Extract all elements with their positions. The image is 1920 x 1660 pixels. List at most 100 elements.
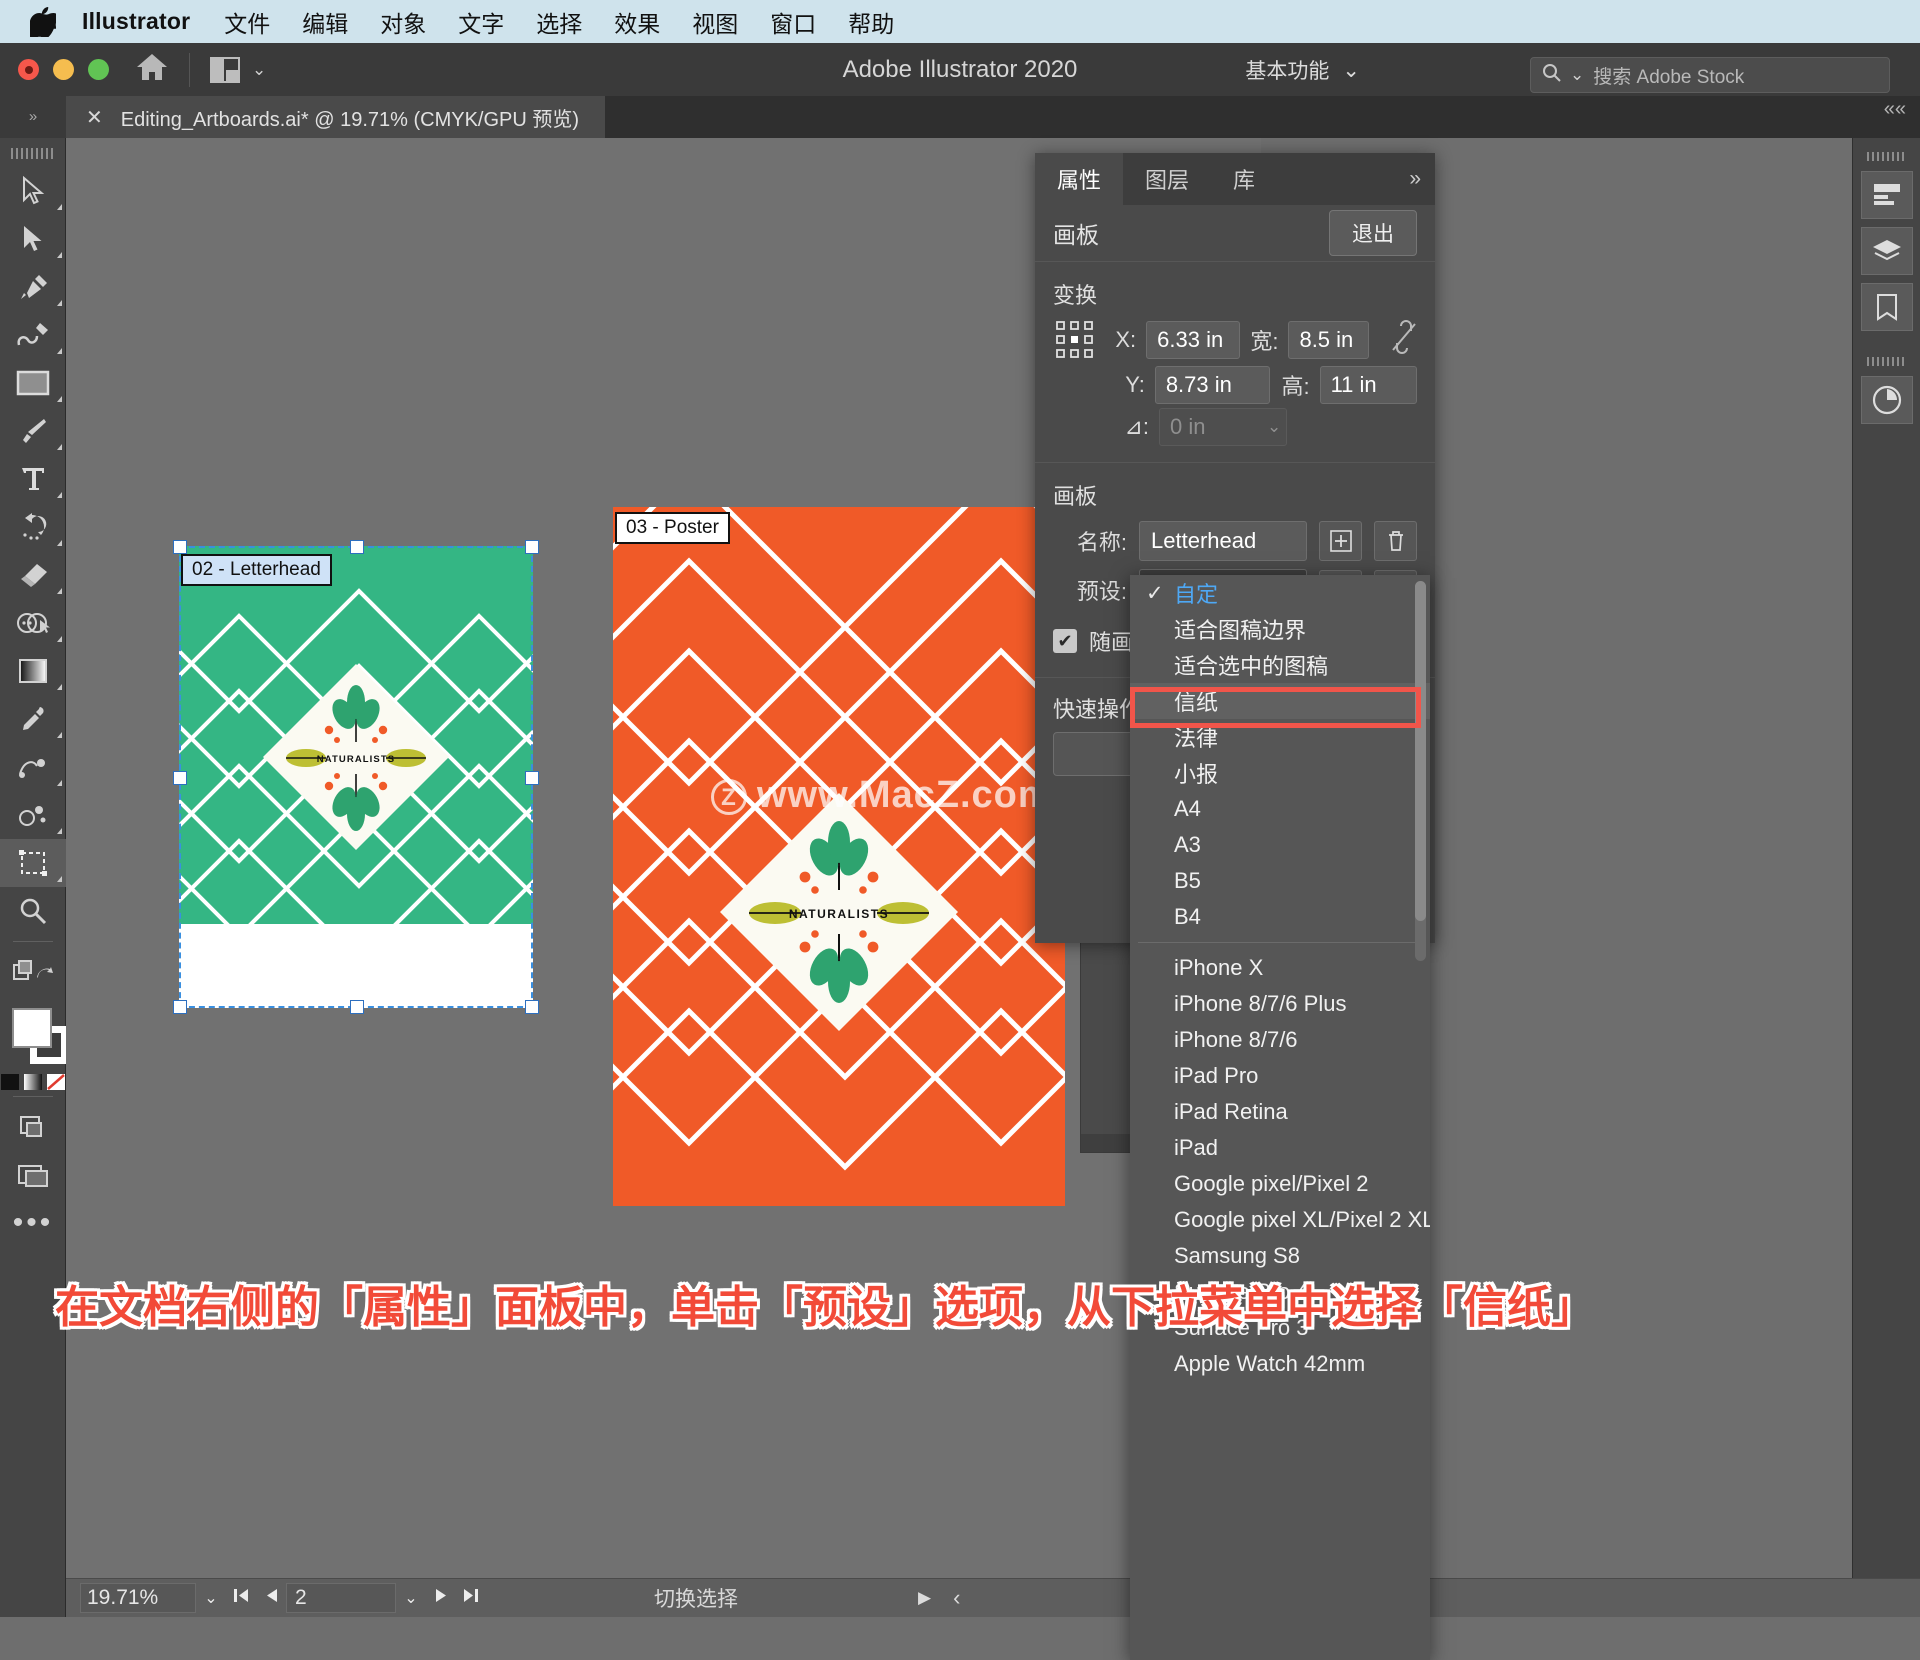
eyedropper-tool[interactable]	[0, 695, 66, 743]
dropdown-item-a3[interactable]: A3	[1130, 827, 1430, 863]
zoom-chevron-down-icon[interactable]: ⌄	[196, 1588, 226, 1608]
height-field[interactable]: 11 in	[1320, 366, 1417, 404]
collapse-panels-icon[interactable]: ««	[1884, 98, 1906, 121]
zoom-tool[interactable]	[0, 887, 66, 935]
resize-handle-bl[interactable]	[173, 1000, 187, 1014]
menu-item-window[interactable]: 窗口	[770, 5, 816, 39]
gradient-swatch-icon[interactable]	[24, 1074, 42, 1090]
trash-icon[interactable]	[1374, 521, 1417, 561]
artboard-label-poster[interactable]: 03 - Poster	[615, 512, 730, 544]
artboard-name-input[interactable]: Letterhead	[1139, 521, 1307, 561]
eraser-tool[interactable]	[0, 551, 66, 599]
shape-builder-tool[interactable]	[0, 599, 66, 647]
dropdown-item-iphone-plus[interactable]: iPhone 8/7/6 Plus	[1130, 986, 1430, 1022]
resize-handle-mr[interactable]	[525, 771, 539, 785]
menu-item-object[interactable]: 对象	[380, 5, 426, 39]
dropdown-item-b4[interactable]: B4	[1130, 899, 1430, 935]
fill-swatch[interactable]	[12, 1008, 52, 1048]
resize-handle-tr[interactable]	[525, 540, 539, 554]
resize-handle-bc[interactable]	[350, 1000, 364, 1014]
dropdown-item-ipad[interactable]: iPad	[1130, 1130, 1430, 1166]
drawing-mode-icon[interactable]	[0, 1103, 66, 1151]
width-field[interactable]: 8.5 in	[1288, 321, 1369, 359]
zoom-level-input[interactable]: 19.71%	[80, 1583, 196, 1613]
menu-item-file[interactable]: 文件	[224, 5, 270, 39]
properties-dock-icon[interactable]	[1861, 171, 1913, 219]
window-controls[interactable]	[18, 59, 109, 80]
stock-search-input[interactable]: ⌄ 搜索 Adobe Stock	[1530, 57, 1890, 93]
dropdown-item-fit-artwork[interactable]: 适合图稿边界	[1130, 611, 1430, 647]
tab-properties[interactable]: 属性	[1035, 153, 1123, 205]
pen-tool[interactable]	[0, 263, 66, 311]
y-field[interactable]: 8.73 in	[1155, 366, 1270, 404]
artboard-selection-box[interactable]	[179, 546, 533, 1008]
resize-handle-tc[interactable]	[350, 540, 364, 554]
none-swatch-icon[interactable]	[47, 1074, 65, 1090]
panel-overflow-icon[interactable]: »	[1409, 167, 1421, 191]
home-icon[interactable]	[135, 52, 169, 87]
color-swatch-icon[interactable]	[1, 1074, 19, 1090]
toolbar-drag-handle[interactable]	[11, 148, 55, 159]
fill-stroke-swatches[interactable]	[0, 1002, 66, 1068]
dropdown-item-custom[interactable]: ✓ 自定	[1130, 575, 1430, 611]
dropdown-item-ipad-pro[interactable]: iPad Pro	[1130, 1058, 1430, 1094]
resize-handle-tl[interactable]	[173, 540, 187, 554]
more-tools-icon[interactable]: •••	[0, 1199, 66, 1247]
back-icon[interactable]: ‹	[953, 1585, 960, 1611]
add-artboard-icon[interactable]	[1319, 521, 1362, 561]
dropdown-item-pixel-xl[interactable]: Google pixel XL/Pixel 2 XL	[1130, 1202, 1430, 1238]
preset-dropdown-menu[interactable]: ✓ 自定 适合图稿边界 适合选中的图稿 信纸 法律 小报 A4 A3 B5 B4…	[1130, 575, 1430, 1660]
resize-handle-br[interactable]	[525, 1000, 539, 1014]
next-artboard-icon[interactable]	[426, 1587, 456, 1609]
layers-dock-icon[interactable]	[1861, 227, 1913, 275]
menu-item-view[interactable]: 视图	[692, 5, 738, 39]
close-icon[interactable]: ✕	[86, 105, 103, 130]
move-artwork-checkbox[interactable]: ✔	[1053, 629, 1077, 653]
prev-artboard-icon[interactable]	[256, 1587, 286, 1609]
dropdown-item-b5[interactable]: B5	[1130, 863, 1430, 899]
color-mode-row[interactable]	[0, 1074, 65, 1090]
document-tab[interactable]: ✕ Editing_Artboards.ai* @ 19.71% (CMYK/G…	[66, 96, 605, 138]
artboard-number-input[interactable]: 2	[286, 1583, 396, 1613]
dropdown-item-iphone-876[interactable]: iPhone 8/7/6	[1130, 1022, 1430, 1058]
menu-app-name[interactable]: Illustrator	[82, 8, 190, 35]
screen-mode-icon[interactable]	[0, 1151, 66, 1199]
dropdown-item-a4[interactable]: A4	[1130, 791, 1430, 827]
dropdown-item-samsung-s8[interactable]: Samsung S8	[1130, 1238, 1430, 1274]
curvature-tool[interactable]	[0, 311, 66, 359]
last-artboard-icon[interactable]	[456, 1587, 486, 1609]
rectangle-tool[interactable]	[0, 359, 66, 407]
menu-item-type[interactable]: 文字	[458, 5, 504, 39]
reference-point-icon[interactable]	[1053, 318, 1097, 362]
resize-handle-ml[interactable]	[173, 771, 187, 785]
search-dropdown-icon[interactable]: ⌄	[1570, 65, 1584, 85]
dropdown-item-letter[interactable]: 信纸	[1130, 683, 1430, 719]
angle-chevron-down-icon[interactable]: ⌄	[1267, 417, 1281, 437]
dropdown-item-tabloid[interactable]: 小报	[1130, 755, 1430, 791]
link-broken-icon[interactable]	[1391, 320, 1417, 361]
libraries-dock-icon[interactable]	[1861, 283, 1913, 331]
selection-tool[interactable]	[0, 167, 66, 215]
tab-libraries[interactable]: 库	[1211, 153, 1277, 205]
first-artboard-icon[interactable]	[226, 1587, 256, 1609]
exit-button[interactable]: 退出	[1329, 210, 1417, 256]
arrange-documents-icon[interactable]: ⌄	[210, 57, 266, 83]
workspace-switcher[interactable]: 基本功能 ⌄	[1245, 55, 1360, 85]
tab-layers[interactable]: 图层	[1123, 153, 1211, 205]
menu-item-effect[interactable]: 效果	[614, 5, 660, 39]
dock-drag-handle[interactable]	[1867, 152, 1907, 161]
dropdown-scrollbar[interactable]	[1415, 581, 1426, 961]
menu-item-select[interactable]: 选择	[536, 5, 582, 39]
artboard-tool[interactable]	[0, 839, 66, 887]
minimize-window-button[interactable]	[53, 59, 74, 80]
paintbrush-tool[interactable]	[0, 407, 66, 455]
dropdown-item-ipad-retina[interactable]: iPad Retina	[1130, 1094, 1430, 1130]
dropdown-item-apple-watch[interactable]: Apple Watch 42mm	[1130, 1346, 1430, 1382]
arrange-shapes-icon[interactable]	[0, 948, 66, 996]
menu-item-help[interactable]: 帮助	[848, 5, 894, 39]
rotate-tool[interactable]	[0, 503, 66, 551]
gradient-tool[interactable]	[0, 647, 66, 695]
dropdown-item-iphone-x[interactable]: iPhone X	[1130, 950, 1430, 986]
toolbar-expand-handle[interactable]: »	[0, 96, 66, 138]
menu-item-edit[interactable]: 编辑	[302, 5, 348, 39]
